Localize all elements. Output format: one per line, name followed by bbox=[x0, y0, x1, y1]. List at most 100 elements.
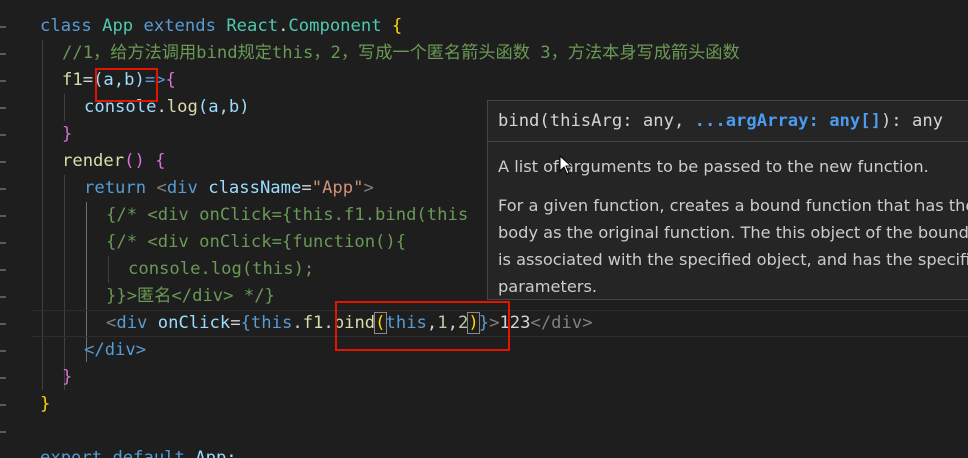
gutter-marker bbox=[0, 377, 6, 379]
code-line-14[interactable]: } bbox=[62, 364, 72, 391]
open-brace: { bbox=[165, 70, 176, 90]
component-class: Component bbox=[288, 16, 382, 36]
attr-value: "App" bbox=[311, 178, 364, 198]
keyword-default: default bbox=[112, 448, 185, 458]
close-brace: } bbox=[62, 124, 73, 144]
gutter-marker bbox=[0, 215, 6, 217]
code-line-15[interactable]: } bbox=[40, 391, 50, 418]
dot: . bbox=[278, 16, 289, 36]
sig-colon: : bbox=[622, 111, 643, 131]
close-brace: } bbox=[40, 394, 51, 414]
highlight-box-bind-call bbox=[335, 301, 510, 351]
code-line-1[interactable]: class App extends React.Component { bbox=[40, 13, 402, 40]
tag-open: < bbox=[106, 313, 117, 333]
doc-line-1: For a given function, creates a bound fu… bbox=[498, 196, 968, 215]
tag-open: < bbox=[156, 178, 167, 198]
gutter-marker bbox=[0, 188, 6, 190]
code-line-16[interactable]: export default App; bbox=[40, 445, 237, 458]
mouse-pointer-icon bbox=[559, 155, 573, 175]
code-line-7[interactable]: return <div className="App"> bbox=[84, 175, 374, 202]
tooltip-divider bbox=[488, 141, 968, 142]
gutter-marker bbox=[0, 323, 6, 325]
equals: = bbox=[82, 70, 94, 90]
comment: //1，给方法调用bind规定this，2，写成一个匿名箭头函数 3，方法本身写… bbox=[62, 43, 740, 63]
attr-name: className bbox=[208, 178, 302, 198]
gutter-marker bbox=[0, 134, 6, 136]
jsx-comment: console.log(this); bbox=[128, 259, 315, 279]
gutter-marker bbox=[0, 296, 6, 298]
open-brace: { bbox=[391, 16, 403, 36]
this-keyword: this bbox=[250, 313, 293, 333]
indent-guide bbox=[42, 40, 43, 390]
method-name: f1 bbox=[62, 70, 83, 90]
editor-gutter bbox=[0, 0, 10, 458]
open-brace: { bbox=[155, 151, 166, 171]
sig-comma: , bbox=[673, 111, 695, 131]
code-line-9[interactable]: {/* <div onClick={function(){ bbox=[106, 229, 406, 256]
dot: . bbox=[292, 313, 303, 333]
code-line-13[interactable]: </div> bbox=[84, 337, 146, 364]
tag-name: div bbox=[166, 178, 198, 198]
gutter-marker bbox=[0, 26, 6, 28]
class-name: App bbox=[102, 16, 134, 36]
code-line-2[interactable]: //1，给方法调用bind规定this，2，写成一个匿名箭头函数 3，方法本身写… bbox=[62, 40, 740, 67]
gutter-marker bbox=[0, 431, 6, 433]
indent-guide bbox=[64, 94, 65, 121]
keyword-return: return bbox=[84, 178, 147, 198]
tag-close: > bbox=[363, 178, 374, 198]
semicolon: ; bbox=[226, 448, 237, 458]
code-line-5[interactable]: } bbox=[62, 121, 72, 148]
react-namespace: React bbox=[226, 16, 279, 36]
close-brace: } bbox=[62, 367, 73, 387]
code-line-11[interactable]: }}>匿名</div> */} bbox=[106, 283, 275, 310]
sig-close: ): bbox=[880, 111, 912, 131]
sig-param2-active: ...argArray bbox=[694, 111, 809, 131]
export-name: App bbox=[195, 448, 227, 458]
doc-line-3: is associated with the specified object,… bbox=[498, 250, 968, 269]
gutter-marker bbox=[0, 107, 6, 109]
doc-line-4: parameters. bbox=[498, 277, 598, 296]
call-args: (a,b) bbox=[197, 97, 250, 117]
equals: = bbox=[301, 178, 312, 198]
sig-open: ( bbox=[539, 111, 550, 131]
equals: = bbox=[230, 313, 241, 333]
closing-tag: </div> bbox=[530, 313, 593, 333]
keyword-class: class bbox=[40, 16, 92, 36]
jsx-comment: }}>匿名</div> */} bbox=[106, 286, 275, 306]
gutter-marker bbox=[0, 242, 6, 244]
indent-guide bbox=[108, 256, 109, 283]
signature-line: bind(thisArg: any, ...argArray: any[]): … bbox=[498, 109, 943, 133]
gutter-marker bbox=[0, 80, 6, 82]
parens: () bbox=[124, 151, 145, 171]
sig-param1: thisArg bbox=[549, 111, 623, 131]
highlight-box-params bbox=[95, 68, 158, 102]
sig-return: any bbox=[911, 111, 944, 131]
gutter-marker bbox=[0, 53, 6, 55]
sig-colon: : bbox=[808, 111, 830, 131]
dot: . bbox=[323, 313, 334, 333]
sig-function: bind bbox=[498, 111, 540, 131]
attr-onclick: onClick bbox=[157, 313, 231, 333]
keyword-export: export bbox=[40, 448, 103, 458]
sig-type2: any[] bbox=[829, 111, 881, 131]
code-line-8[interactable]: {/* <div onClick={this.f1.bind(this bbox=[106, 202, 468, 229]
expr-open: { bbox=[240, 313, 251, 333]
code-line-6[interactable]: render() { bbox=[62, 148, 166, 175]
gutter-marker bbox=[0, 350, 6, 352]
f1-ref: f1 bbox=[302, 313, 324, 333]
code-editor[interactable]: class App extends React.Component { //1，… bbox=[0, 0, 968, 458]
sig-type1: any bbox=[642, 111, 674, 131]
jsx-comment: {/* <div onClick={this.f1.bind(this bbox=[106, 205, 469, 225]
closing-tag: </div> bbox=[84, 340, 147, 360]
doc-line-2: body as the original function. The this … bbox=[498, 223, 968, 242]
tag-name: div bbox=[116, 313, 148, 333]
gutter-marker bbox=[0, 404, 6, 406]
log-method: log bbox=[166, 97, 198, 117]
indent-guide bbox=[64, 175, 65, 390]
gutter-marker bbox=[0, 269, 6, 271]
hover-tooltip: bind(thisArg: any, ...argArray: any[]): … bbox=[487, 100, 968, 300]
gutter-marker bbox=[0, 161, 6, 163]
render-method: render bbox=[62, 151, 125, 171]
jsx-comment: {/* <div onClick={function(){ bbox=[106, 232, 407, 252]
code-line-10[interactable]: console.log(this); bbox=[128, 256, 314, 283]
